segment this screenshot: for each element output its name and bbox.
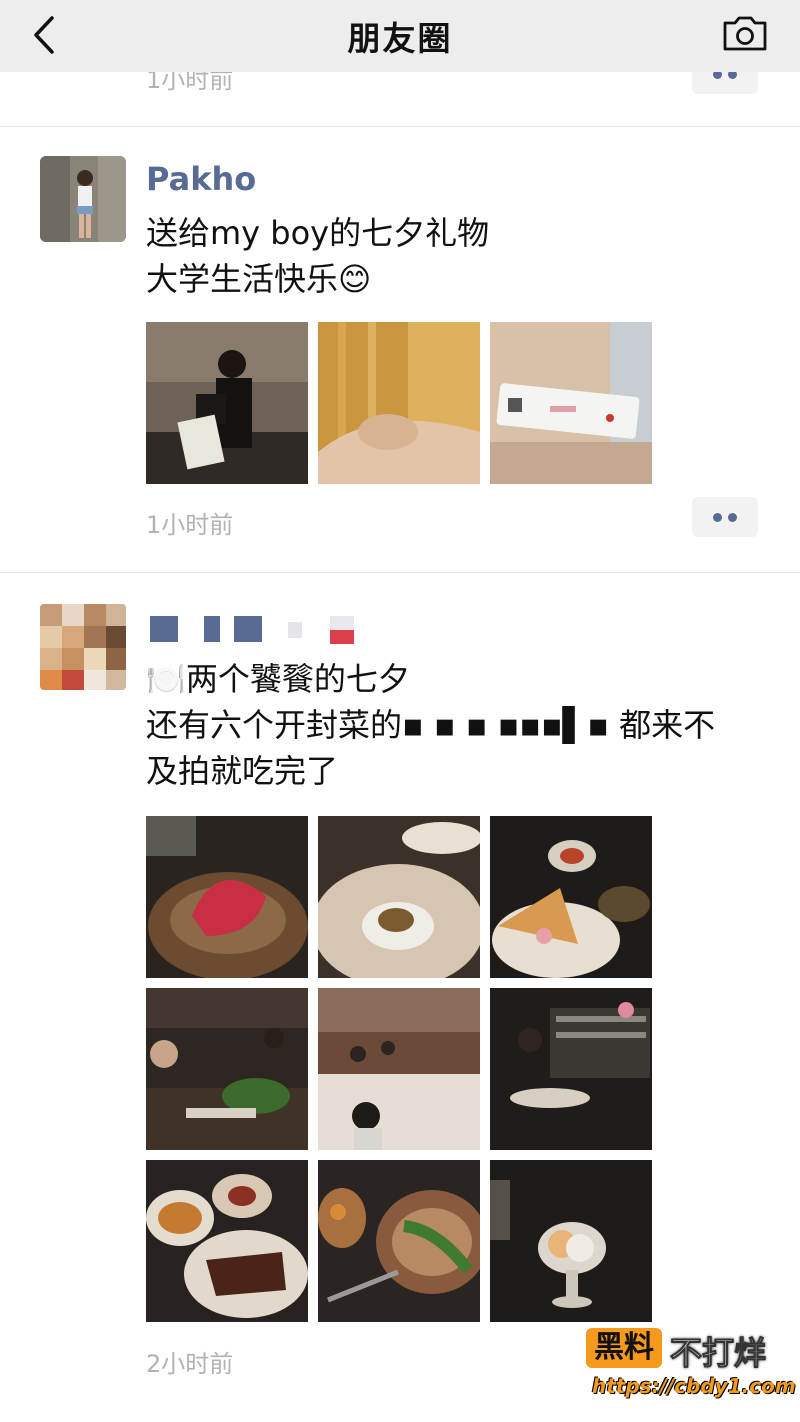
post-time: 2小时前 — [146, 1350, 234, 1378]
post-image[interactable] — [490, 1160, 652, 1322]
post-image[interactable] — [318, 1160, 480, 1322]
post-image[interactable] — [318, 322, 480, 484]
post-image[interactable] — [490, 322, 652, 484]
watermark-text: 不打烊 — [669, 1334, 767, 1373]
avatar[interactable] — [40, 604, 126, 690]
post-more-button[interactable] — [692, 497, 758, 537]
page-title: 朋友圈 — [347, 19, 453, 58]
post-divider — [0, 126, 800, 127]
watermark-badge: 黑料 — [586, 1328, 662, 1368]
post-image[interactable] — [490, 988, 652, 1150]
camera-button[interactable] — [720, 8, 770, 58]
post-time: 1小时前 — [146, 511, 234, 539]
redacted-name — [150, 616, 354, 644]
navigation-bar: 朋友圈 — [0, 0, 800, 72]
more-dot-icon — [713, 512, 722, 522]
more-dot-icon — [728, 512, 737, 522]
post-image[interactable] — [490, 816, 652, 978]
post-text: 🍽️两个饕餮的七夕 还有六个开封菜的▪ ▪ ▪ ▪▪▪▌▪ 都来不 及拍就吃完了 — [146, 660, 716, 790]
post-image[interactable] — [318, 816, 480, 978]
back-button[interactable] — [20, 10, 70, 60]
watermark-url: https://cbdy1.com — [592, 1374, 796, 1398]
camera-icon — [723, 16, 767, 51]
post-text: 送给my boy的七夕礼物 大学生活快乐😊 — [146, 214, 490, 298]
chevron-left-icon — [34, 16, 54, 54]
post-image[interactable] — [146, 1160, 308, 1322]
post-divider — [0, 572, 800, 573]
post-image[interactable] — [146, 988, 308, 1150]
post-author-name[interactable] — [146, 612, 366, 646]
post-image[interactable] — [146, 322, 308, 484]
post-author-name[interactable]: Pakho — [146, 160, 256, 198]
post-image[interactable] — [318, 988, 480, 1150]
watermark-logo: 黑料 不打烊 https://cbdy1.com — [586, 1328, 796, 1408]
post-image[interactable] — [146, 816, 308, 978]
avatar[interactable] — [40, 156, 126, 242]
